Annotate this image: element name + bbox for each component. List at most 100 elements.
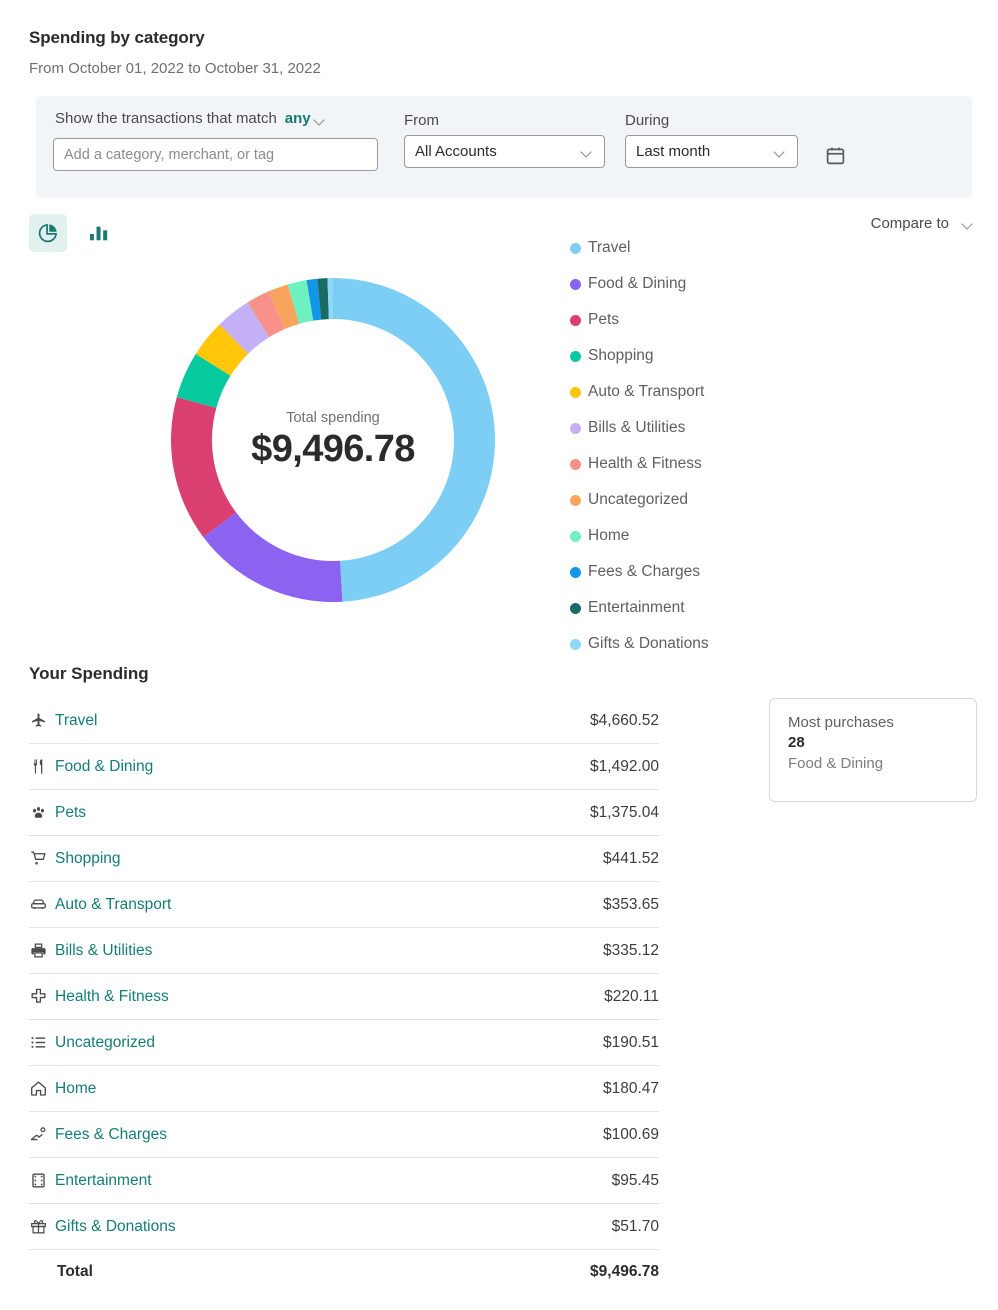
paw-icon: [33, 807, 44, 818]
category-link[interactable]: Fees & Charges: [55, 1126, 603, 1144]
legend-item[interactable]: Shopping: [570, 338, 709, 374]
category-link[interactable]: Bills & Utilities: [55, 942, 603, 960]
legend-color-swatch: [570, 314, 581, 326]
legend-color-swatch: [570, 422, 581, 434]
legend-color-swatch: [570, 566, 581, 578]
spending-row[interactable]: Bills & Utilities $335.12: [29, 928, 659, 974]
pie-chart-icon: [38, 223, 58, 243]
spending-row[interactable]: Auto & Transport $353.65: [29, 882, 659, 928]
category-amount: $190.51: [602, 1033, 659, 1051]
spending-by-category-page: Spending by category From October 01, 20…: [0, 0, 998, 1310]
category-link[interactable]: Gifts & Donations: [55, 1218, 612, 1236]
during-label: During: [625, 112, 670, 129]
pie-chart-toggle-button[interactable]: [29, 214, 67, 252]
legend-item[interactable]: Bills & Utilities: [570, 410, 709, 446]
legend-item[interactable]: Gifts & Donations: [570, 626, 709, 662]
category-icon: [29, 1171, 55, 1190]
donut-svg: [170, 278, 496, 602]
donut-slice[interactable]: [170, 397, 237, 537]
spending-row[interactable]: Health & Fitness $220.11: [29, 974, 659, 1020]
compare-to-dropdown[interactable]: Compare to: [871, 215, 974, 232]
legend-item-label: Auto & Transport: [588, 383, 705, 400]
your-spending-title: Your Spending: [29, 664, 149, 683]
page-date-range: From October 01, 2022 to October 31, 202…: [29, 60, 321, 77]
donut-slice[interactable]: [203, 512, 343, 602]
spending-row[interactable]: Entertainment $95.45: [29, 1158, 659, 1204]
most-purchases-category: Food & Dining: [788, 754, 884, 772]
category-link[interactable]: Shopping: [55, 850, 603, 868]
spending-row[interactable]: Uncategorized $190.51: [29, 1020, 659, 1066]
legend-color-swatch: [570, 458, 581, 470]
spending-donut-chart[interactable]: Total spending $9,496.78: [165, 272, 501, 608]
legend-item[interactable]: Pets: [570, 302, 709, 338]
printer-icon: [31, 943, 46, 958]
category-icon: [29, 895, 55, 914]
category-amount: $220.11: [604, 987, 659, 1005]
category-icon: [29, 941, 55, 960]
legend-item[interactable]: Health & Fitness: [570, 446, 709, 482]
legend-item-label: Bills & Utilities: [588, 419, 686, 436]
spending-row[interactable]: Fees & Charges $100.69: [29, 1112, 659, 1158]
legend-item[interactable]: Food & Dining: [570, 266, 709, 302]
during-period-field: During Last month: [625, 112, 798, 168]
from-label: From: [404, 112, 439, 129]
from-account-value: All Accounts: [415, 143, 497, 160]
category-link[interactable]: Pets: [55, 804, 590, 822]
category-amount: $180.47: [602, 1079, 659, 1097]
category-icon: [29, 987, 55, 1006]
legend-color-swatch: [570, 494, 581, 506]
legend-color-swatch: [570, 602, 581, 614]
legend-color-swatch: [570, 386, 581, 398]
most-purchases-count: 28: [788, 734, 805, 752]
spending-row[interactable]: Food & Dining $1,492.00: [29, 744, 659, 790]
airplane-icon: [32, 713, 45, 727]
legend-item[interactable]: Fees & Charges: [570, 554, 709, 590]
category-link[interactable]: Auto & Transport: [55, 896, 603, 914]
match-row: Show the transactions that match any: [55, 110, 326, 127]
spending-total-row: Total $9,496.78: [29, 1250, 659, 1294]
category-link[interactable]: Travel: [55, 712, 590, 730]
category-amount: $51.70: [611, 1217, 659, 1235]
category-amount: $353.65: [602, 895, 659, 913]
category-amount: $1,492.00: [590, 757, 659, 775]
legend-item[interactable]: Travel: [570, 230, 709, 266]
spending-row[interactable]: Travel $4,660.52: [29, 698, 659, 744]
chevron-down-icon: [315, 116, 326, 123]
category-link[interactable]: Home: [55, 1080, 603, 1098]
spending-row[interactable]: Gifts & Donations $51.70: [29, 1204, 659, 1250]
gift-icon: [31, 1219, 46, 1234]
calendar-icon[interactable]: [818, 138, 852, 172]
category-link[interactable]: Uncategorized: [55, 1034, 603, 1052]
spending-row[interactable]: Pets $1,375.04: [29, 790, 659, 836]
category-amount: $441.52: [602, 849, 659, 867]
match-type-dropdown[interactable]: any: [285, 110, 326, 127]
legend-item[interactable]: Auto & Transport: [570, 374, 709, 410]
category-link[interactable]: Food & Dining: [55, 758, 590, 776]
legend-color-swatch: [570, 530, 581, 542]
legend-item-label: Food & Dining: [588, 275, 687, 292]
total-amount: $9,496.78: [590, 1263, 659, 1280]
donut-slice[interactable]: [333, 278, 496, 602]
during-period-select[interactable]: Last month: [625, 135, 798, 168]
bar-chart-toggle-button[interactable]: [82, 214, 116, 252]
spending-row[interactable]: Home $180.47: [29, 1066, 659, 1112]
compare-to-label: Compare to: [870, 215, 949, 232]
spending-row[interactable]: Shopping $441.52: [29, 836, 659, 882]
legend-item-label: Uncategorized: [588, 491, 688, 508]
category-icon: [29, 1079, 55, 1098]
legend-item[interactable]: Uncategorized: [570, 482, 709, 518]
legend-color-swatch: [570, 242, 581, 254]
category-link[interactable]: Entertainment: [55, 1172, 612, 1190]
category-amount: $335.12: [602, 941, 659, 959]
category-icon: [29, 1125, 55, 1144]
category-icon: [29, 1033, 55, 1052]
from-account-select[interactable]: All Accounts: [404, 135, 605, 168]
search-input[interactable]: [53, 138, 378, 171]
legend-item-label: Pets: [588, 311, 620, 328]
legend-item[interactable]: Entertainment: [570, 590, 709, 626]
category-link[interactable]: Health & Fitness: [55, 988, 604, 1006]
legend-item[interactable]: Home: [570, 518, 709, 554]
car-icon: [31, 899, 46, 910]
category-amount: $4,660.52: [590, 711, 659, 729]
chevron-down-icon: [775, 148, 786, 155]
